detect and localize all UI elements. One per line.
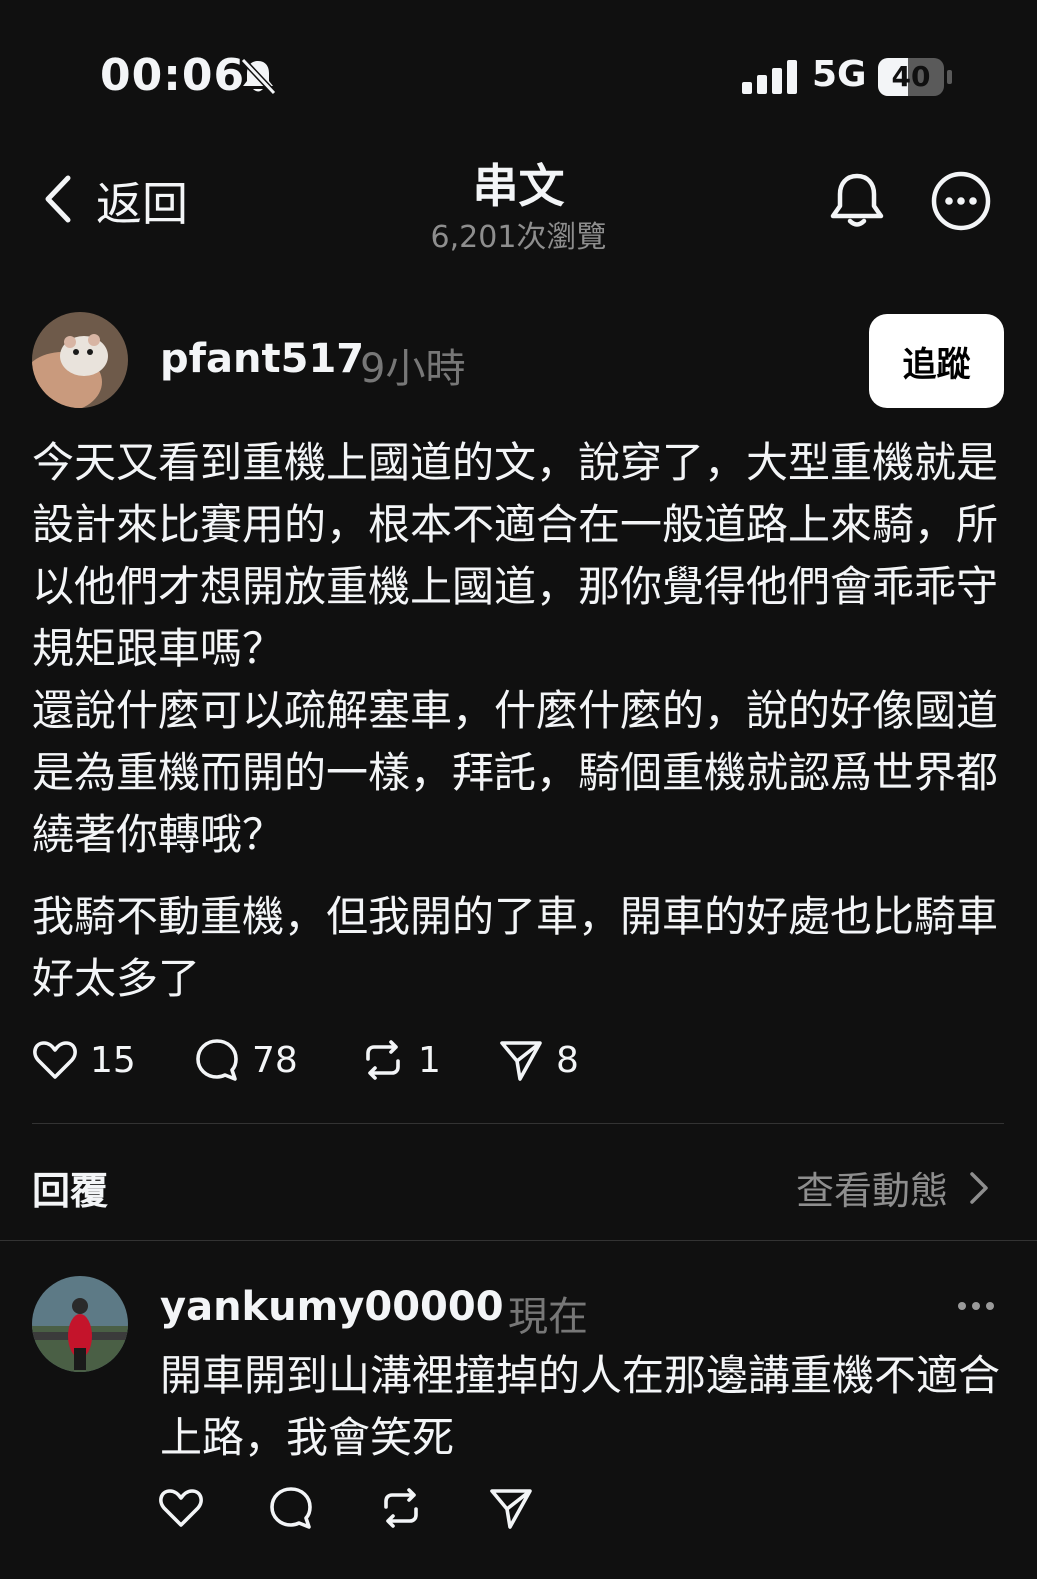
battery-icon: 40 xyxy=(878,58,954,96)
bell-icon[interactable] xyxy=(826,170,888,232)
share-icon[interactable] xyxy=(498,1037,544,1083)
reply-author[interactable]: yankumy00000 xyxy=(160,1284,504,1330)
follow-button[interactable]: 追蹤 xyxy=(869,314,1004,408)
post-author[interactable]: pfant517 xyxy=(160,336,364,382)
cellular-signal-icon xyxy=(742,60,797,94)
heart-icon[interactable] xyxy=(158,1485,204,1531)
comment-count: 78 xyxy=(252,1040,298,1081)
reply-time: 現在 xyxy=(508,1294,588,1340)
like-count: 15 xyxy=(90,1040,136,1081)
comment-icon[interactable] xyxy=(194,1037,240,1083)
repost-count: 1 xyxy=(418,1040,441,1081)
author-avatar[interactable] xyxy=(32,312,128,408)
view-activity-link[interactable]: 查看動態 xyxy=(796,1160,948,1215)
repost-icon[interactable] xyxy=(360,1037,406,1083)
post-paragraph: 我騎不動重機，但我開的了車，開車的好處也比騎車好太多了 xyxy=(32,892,999,1003)
post-time: 9小時 xyxy=(360,346,466,392)
network-type: 5G xyxy=(812,54,867,95)
post-text: 今天又看到重機上國道的文，說穿了，大型重機就是設計來比賽用的，根本不適合在一般道… xyxy=(32,432,1007,1010)
post-paragraph: 今天又看到重機上國道的文，說穿了，大型重機就是設計來比賽用的，根本不適合在一般道… xyxy=(32,438,999,673)
more-options-icon[interactable] xyxy=(930,170,992,232)
chevron-right-icon[interactable] xyxy=(968,1168,992,1208)
comment-icon[interactable] xyxy=(268,1485,314,1531)
reply-author-avatar[interactable] xyxy=(32,1276,128,1372)
bell-slash-icon xyxy=(240,57,277,96)
heart-icon[interactable] xyxy=(32,1037,78,1083)
more-options-icon[interactable] xyxy=(956,1298,996,1314)
battery-level: 40 xyxy=(891,60,931,93)
repost-icon[interactable] xyxy=(378,1485,424,1531)
post-paragraph: 還說什麼可以疏解塞車，什麼什麼的，說的好像國道是為重機而開的一樣，拜託，騎個重機… xyxy=(32,686,999,859)
share-count: 8 xyxy=(556,1040,579,1081)
replies-heading: 回覆 xyxy=(32,1169,109,1213)
divider xyxy=(32,1123,1004,1124)
share-icon[interactable] xyxy=(488,1485,534,1531)
divider xyxy=(0,1240,1037,1241)
status-time: 00:06 xyxy=(100,50,246,101)
reply-text: 開車開到山溝裡撞掉的人在那邊講重機不適合上路，我會笑死 xyxy=(160,1351,1001,1462)
